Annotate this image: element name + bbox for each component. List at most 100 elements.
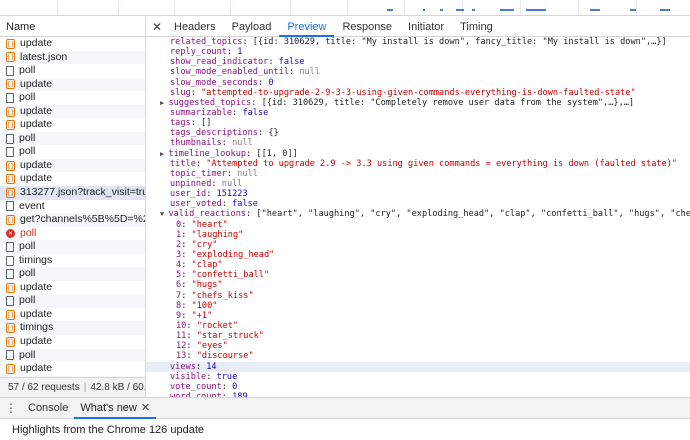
xhr-icon: {} [6,309,15,320]
json-property-row[interactable]: ▶ suggested_topics: [{id: 310629, title:… [146,98,690,108]
json-property-row: related_topics: [{id: 310629, title: "My… [170,37,667,47]
request-row[interactable]: {} update [0,37,145,51]
json-property-row: 7: "chefs_kiss" [176,290,254,301]
request-count: 57 / 62 requests [8,382,80,393]
json-property-row: 8: "100" [176,300,218,311]
drawer-tab-what-s-new[interactable]: What's new ✕ [74,398,157,419]
error-icon: ✕ [6,228,15,238]
xhr-icon: {} [6,282,15,293]
transfer-size: 42.8 kB / 60.2 kB [90,382,145,393]
request-row[interactable]: {} update [0,118,145,132]
request-row[interactable]: {} update [0,158,145,173]
json-property-row: slow_mode_seconds: 0 [170,77,274,88]
json-property-row: show_read_indicator: false [170,57,305,68]
xhr-icon: {} [6,323,15,334]
request-name: poll [20,226,37,239]
json-property-row: 11: "star_struck" [176,331,264,342]
tab-preview[interactable]: Preview [279,17,335,37]
request-row[interactable]: ✕ poll [0,227,145,241]
tab-response[interactable]: Response [334,17,400,37]
bottom-drawer: ⋮ Console What's new ✕ Highlights from the… [0,397,690,440]
request-row[interactable]: {} latest.json [0,50,145,65]
request-row[interactable]: event [0,200,145,214]
drawer-tab-console[interactable]: Console [22,398,74,419]
request-row[interactable]: {} 313277.json?track_visit=true&fo... [0,186,145,200]
request-row[interactable]: poll [0,348,145,363]
document-icon [6,133,14,144]
network-timeline-overview[interactable] [0,0,690,16]
request-name: update [20,280,53,293]
tab-initiator[interactable]: Initiator [400,17,452,37]
xhr-icon: {} [6,363,15,374]
more-options-icon[interactable]: ⋮ [0,401,22,415]
json-property-row: 9: "+1" [176,310,213,321]
json-property-row: views: 14 [146,361,690,372]
request-row[interactable]: {} update [0,308,145,322]
request-list-panel: Name {} update{} latest.json poll{} update po… [0,17,146,397]
request-name: update [20,362,53,375]
document-icon [6,255,14,266]
xhr-icon: {} [6,187,15,198]
request-row[interactable]: poll [0,240,145,254]
json-property-row: visible: true [170,371,238,382]
tab-headers[interactable]: Headers [166,17,224,37]
request-name: update [20,118,53,131]
json-property-row: user_id: 151223 [170,189,248,200]
request-name: update [20,104,53,117]
whats-new-message: Highlights from the Chrome 126 update [12,424,204,436]
request-name: timings [19,253,53,266]
request-name: poll [19,240,36,253]
request-row[interactable]: poll [0,145,145,159]
name-column-header[interactable]: Name [0,17,145,37]
document-icon [6,350,14,361]
close-icon[interactable]: ✕ [148,20,166,34]
request-name: poll [19,145,36,158]
request-name: 313277.json?track_visit=true&fo... [20,186,145,199]
json-property-row: 0: "heart" [176,219,228,230]
request-name: get?channels%5B%5D=%2Fdis... [20,213,145,226]
json-property-row[interactable]: ▼ valid_reactions: ["heart", "laughing",… [146,209,690,219]
document-icon [6,92,14,103]
request-name: latest.json [20,50,68,63]
request-row[interactable]: {} timings [0,321,145,336]
json-property-row: 6: "hugs" [176,280,223,291]
request-name: update [20,335,53,348]
close-tab-icon[interactable]: ✕ [141,402,150,414]
json-property-row: topic_timer: null [170,168,258,179]
request-row[interactable]: {} update [0,335,145,349]
request-row[interactable]: timings [0,254,145,268]
request-name: poll [19,131,36,144]
request-row[interactable]: poll [0,91,145,105]
document-icon [6,241,14,252]
request-name: update [20,158,53,171]
tab-timing[interactable]: Timing [452,17,501,37]
xhr-icon: {} [6,120,15,131]
request-row[interactable]: poll [0,294,145,308]
json-property-row[interactable]: ▶ timeline_lookup: [[1, 0]] [146,149,690,159]
xhr-icon: {} [6,52,15,63]
request-row[interactable]: {} update [0,172,145,186]
request-row[interactable]: poll [0,64,145,78]
request-name: update [20,172,53,185]
json-property-row: slow_mode_enabled_until: null [170,67,321,78]
request-row[interactable]: {} get?channels%5B%5D=%2Fdis... [0,213,145,227]
tab-payload[interactable]: Payload [224,17,280,37]
status-bar: 57 / 62 requests|42.8 kB / 60.2 kB [0,377,145,397]
document-icon [6,65,14,76]
request-row[interactable]: {} update [0,362,145,376]
request-name: update [20,307,53,320]
request-row[interactable]: {} update [0,104,145,119]
document-icon [6,269,14,280]
request-row[interactable]: poll [0,131,145,146]
request-list: {} update{} latest.json poll{} update poll{} u… [0,37,145,390]
json-property-row: unpinned: null [170,178,243,189]
request-row[interactable]: {} update [0,281,145,295]
request-row[interactable]: {} update [0,77,145,92]
json-property-row: 12: "eyes" [176,341,228,352]
request-name: update [20,77,53,90]
json-property-row: 4: "clap" [176,260,223,271]
xhr-icon: {} [6,174,15,185]
request-name: poll [19,91,36,104]
request-row[interactable]: poll [0,267,145,281]
xhr-icon: {} [6,214,15,225]
